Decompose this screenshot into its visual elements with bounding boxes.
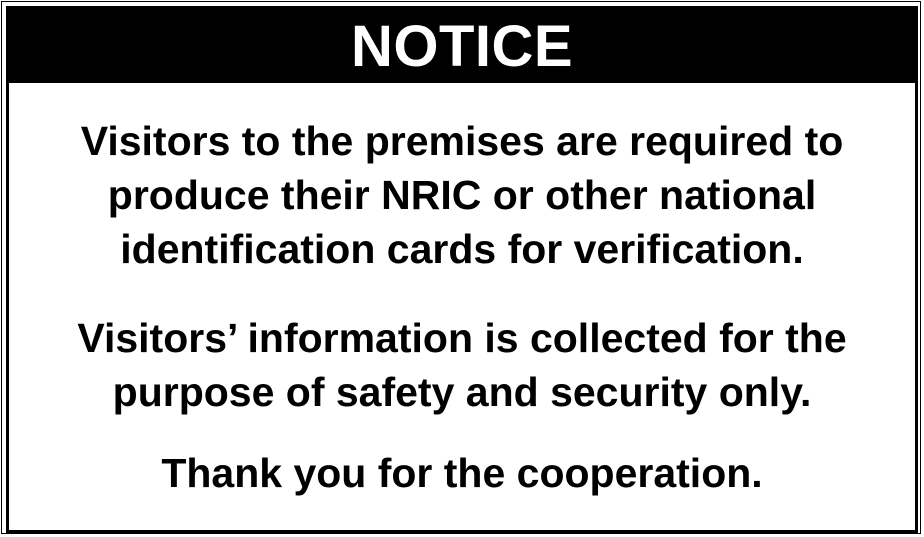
paragraph-thanks: Thank you for the cooperation. — [9, 446, 915, 500]
notice-sign: NOTICE Visitors to the premises are requ… — [1, 1, 921, 534]
sign-border: NOTICE Visitors to the premises are requ… — [6, 6, 918, 533]
text-line: Thank you for the cooperation. — [161, 450, 763, 496]
text-line: purpose of safety and security only. — [112, 369, 812, 415]
text-line: produce their NRIC or other national — [107, 172, 817, 218]
text-line: Visitors to the premises are required to — [80, 118, 844, 164]
sign-title: NOTICE — [350, 14, 574, 79]
text-line: Visitors’ information is collected for t… — [77, 315, 847, 361]
paragraph-purpose: Visitors’ information is collected for t… — [9, 311, 915, 419]
text-line: identification cards for verification. — [120, 226, 804, 272]
header-band: NOTICE — [9, 9, 915, 83]
paragraph-verification: Visitors to the premises are required to… — [9, 114, 915, 276]
